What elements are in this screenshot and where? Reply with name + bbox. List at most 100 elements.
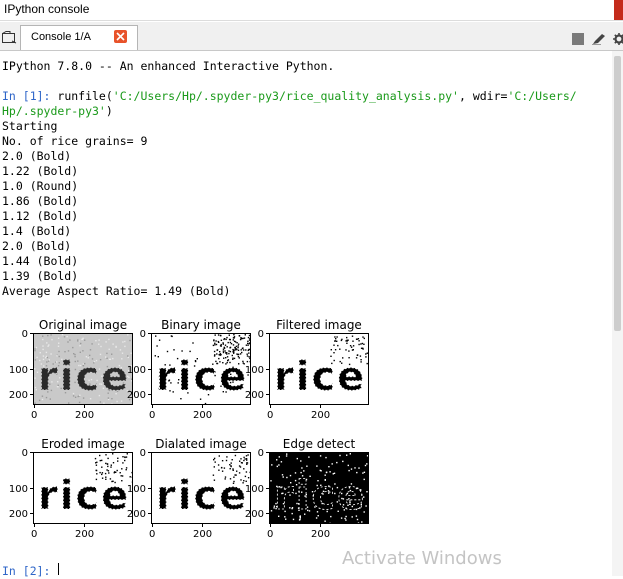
y-tick-mark (266, 452, 269, 453)
y-tick-mark (30, 452, 33, 453)
x-tick-label: 200 (311, 408, 330, 423)
y-tick-mark (30, 513, 33, 514)
svg-text:rice: rice (274, 354, 366, 400)
x-tick-mark (34, 524, 35, 527)
y-tick-label: 100 (120, 363, 146, 378)
x-tick-mark (270, 405, 271, 408)
y-tick-label: 0 (2, 446, 28, 461)
svg-text:rice: rice (38, 473, 130, 519)
y-tick-label: 200 (238, 388, 264, 403)
x-tick-label: 200 (193, 408, 212, 423)
y-tick-label: 200 (120, 507, 146, 522)
y-tick-mark (30, 369, 33, 370)
svg-text:rice: rice (156, 354, 248, 400)
y-tick-mark (266, 333, 269, 334)
subplot-dilated: Dialated imagerice01002000200 (151, 437, 251, 537)
console-banner: IPython 7.8.0 -- An enhanced Interactive… (2, 59, 334, 74)
console-output-line: 2.0 (Bold) (2, 239, 71, 254)
y-tick-mark (148, 513, 151, 514)
y-tick-label: 100 (238, 482, 264, 497)
subplot-original: Original imagerice01002000200 (33, 318, 133, 418)
console-output-line: Average Aspect Ratio= 1.49 (Bold) (2, 284, 230, 299)
tab-console-1a[interactable]: Console 1/A (20, 25, 138, 50)
subplot-title: Eroded image (33, 437, 133, 452)
console-output-line: 1.86 (Bold) (2, 194, 78, 209)
y-tick-mark (30, 488, 33, 489)
x-tick-label: 200 (75, 408, 94, 423)
console-output-line: 1.0 (Round) (2, 179, 78, 194)
x-tick-mark (84, 524, 85, 527)
x-tick-label: 200 (75, 527, 94, 542)
command-text: ) (106, 104, 113, 118)
y-tick-mark (148, 452, 151, 453)
close-tab-icon[interactable] (114, 30, 127, 43)
x-tick-label: 0 (31, 527, 37, 542)
subplot-image: rice (33, 452, 133, 524)
subplot-binary: Binary imagerice01002000200 (151, 318, 251, 418)
console-output-area[interactable]: IPython 7.8.0 -- An enhanced Interactive… (0, 51, 612, 576)
y-tick-label: 0 (2, 327, 28, 342)
x-tick-label: 0 (149, 527, 155, 542)
console-output-line: No. of rice grains= 9 (2, 134, 147, 149)
window-close-button[interactable] (614, 0, 623, 20)
scrollbar-thumb[interactable] (614, 56, 621, 331)
console-output-line: Starting (2, 119, 57, 134)
x-tick-mark (202, 524, 203, 527)
x-tick-mark (202, 405, 203, 408)
console-input-line-1: In [1]: runfile('C:/Users/Hp/.spyder-py3… (2, 89, 577, 104)
console-input-prompt-2: In [2]: (2, 564, 50, 579)
x-tick-label: 0 (267, 527, 273, 542)
y-tick-mark (30, 394, 33, 395)
command-string: Hp/.spyder-py3' (2, 104, 106, 118)
x-tick-mark (84, 405, 85, 408)
subplot-image: rice (33, 333, 133, 405)
console-output-line: 1.44 (Bold) (2, 254, 78, 269)
y-tick-mark (148, 369, 151, 370)
y-tick-label: 200 (120, 388, 146, 403)
y-tick-mark (266, 513, 269, 514)
tab-bar: Console 1/A (0, 22, 623, 51)
vertical-scrollbar[interactable] (612, 51, 623, 576)
svg-text:rice: rice (156, 473, 248, 519)
console-output-line: 1.12 (Bold) (2, 209, 78, 224)
y-tick-label: 100 (238, 363, 264, 378)
x-tick-mark (320, 524, 321, 527)
console-output-line: 1.39 (Bold) (2, 269, 78, 284)
x-tick-label: 200 (193, 527, 212, 542)
y-tick-mark (30, 333, 33, 334)
activate-windows-watermark: Activate Windows (342, 548, 502, 569)
subplot-image: rice (269, 452, 369, 524)
command-text: runfile( (50, 89, 112, 103)
subplot-edge: Edge detectrice01002000200 (269, 437, 369, 537)
subplot-title: Original image (33, 318, 133, 333)
edit-icon[interactable] (592, 30, 606, 49)
y-tick-label: 100 (120, 482, 146, 497)
x-tick-label: 200 (311, 527, 330, 542)
subplot-image: rice (269, 333, 369, 405)
tab-label: Console 1/A (31, 31, 91, 43)
browse-tabs-icon[interactable] (2, 29, 17, 48)
subplot-filtered: Filtered imagerice01002000200 (269, 318, 369, 418)
x-tick-label: 0 (267, 408, 273, 423)
y-tick-mark (266, 369, 269, 370)
text-cursor (58, 563, 59, 575)
title-bar: IPython console (0, 0, 623, 21)
y-tick-mark (266, 394, 269, 395)
x-tick-label: 0 (31, 408, 37, 423)
stop-icon[interactable] (572, 30, 584, 49)
y-tick-label: 100 (2, 363, 28, 378)
y-tick-label: 200 (2, 507, 28, 522)
console-input-line-1-cont: Hp/.spyder-py3') (2, 104, 113, 119)
gear-icon[interactable] (613, 30, 623, 49)
window-title: IPython console (4, 2, 89, 16)
y-tick-mark (148, 333, 151, 334)
x-tick-mark (152, 524, 153, 527)
subplot-title: Filtered image (269, 318, 369, 333)
input-prompt: In [1]: (2, 89, 50, 103)
x-tick-mark (270, 524, 271, 527)
y-tick-label: 100 (2, 482, 28, 497)
subplot-title: Edge detect (269, 437, 369, 452)
command-string: 'C:/Users/ (507, 89, 576, 103)
x-tick-mark (320, 405, 321, 408)
svg-text:rice: rice (274, 473, 366, 519)
